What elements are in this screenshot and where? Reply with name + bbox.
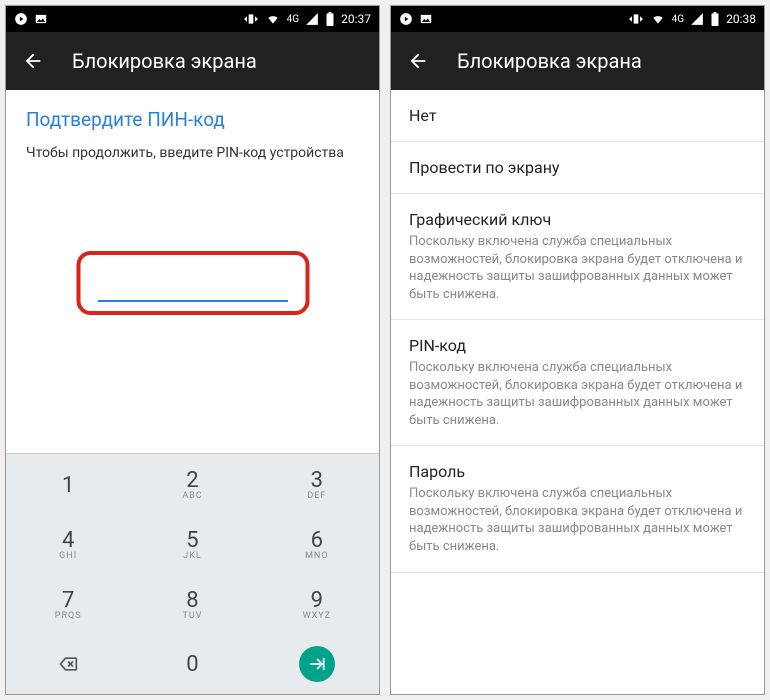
key-backspace[interactable] xyxy=(6,634,130,694)
statusbar: 4G 20:37 xyxy=(6,6,379,32)
key-8[interactable]: 8TUV xyxy=(130,574,254,634)
pin-subtitle: Чтобы продолжить, введите PIN-код устрой… xyxy=(26,145,359,161)
play-icon xyxy=(399,12,413,26)
appbar: Блокировка экрана xyxy=(391,32,764,90)
content-right: Нет Провести по экрану Графический ключ … xyxy=(391,90,764,694)
submit-icon xyxy=(299,646,335,682)
key-2[interactable]: 2ABC xyxy=(130,454,254,514)
option-pattern[interactable]: Графический ключ Поскольку включена служ… xyxy=(391,194,764,320)
appbar-title: Блокировка экрана xyxy=(457,49,642,73)
key-4[interactable]: 4GHI xyxy=(6,514,130,574)
network-label: 4G xyxy=(672,14,684,25)
signal-icon xyxy=(305,12,319,26)
clock: 20:38 xyxy=(726,12,756,26)
key-0[interactable]: 0 xyxy=(130,634,254,694)
key-5[interactable]: 5JKL xyxy=(130,514,254,574)
appbar-title: Блокировка экрана xyxy=(72,49,257,73)
statusbar: 4G 20:38 xyxy=(391,6,764,32)
battery-icon xyxy=(710,12,720,26)
key-submit[interactable] xyxy=(255,634,379,694)
key-6[interactable]: 6MNO xyxy=(255,514,379,574)
phone-left: 4G 20:37 Блокировка экрана Подтвердите П… xyxy=(5,5,380,695)
option-pin[interactable]: PIN-код Поскольку включена служба специа… xyxy=(391,320,764,446)
pin-title: Подтвердите ПИН-код xyxy=(26,108,359,131)
wifi-icon xyxy=(650,12,666,26)
network-label: 4G xyxy=(287,14,299,25)
option-swipe[interactable]: Провести по экрану xyxy=(391,142,764,194)
appbar: Блокировка экрана xyxy=(6,32,379,90)
option-none[interactable]: Нет xyxy=(391,90,764,142)
key-3[interactable]: 3DEF xyxy=(255,454,379,514)
clock: 20:37 xyxy=(341,12,371,26)
back-icon[interactable] xyxy=(22,50,44,72)
key-9[interactable]: 9WXYZ xyxy=(255,574,379,634)
pin-input[interactable] xyxy=(98,271,288,302)
back-icon[interactable] xyxy=(407,50,429,72)
backspace-icon xyxy=(55,654,81,674)
wifi-icon xyxy=(265,12,281,26)
battery-icon xyxy=(325,12,335,26)
image-icon xyxy=(419,12,433,26)
image-icon xyxy=(34,12,48,26)
play-icon xyxy=(14,12,28,26)
key-1[interactable]: 1 xyxy=(6,454,130,514)
option-password[interactable]: Пароль Поскольку включена служба специал… xyxy=(391,446,764,572)
vibrate-icon xyxy=(628,12,644,26)
content-left: Подтвердите ПИН-код Чтобы продолжить, вв… xyxy=(6,90,379,694)
vibrate-icon xyxy=(243,12,259,26)
phone-right: 4G 20:38 Блокировка экрана Нет Провести … xyxy=(390,5,765,695)
signal-icon xyxy=(690,12,704,26)
key-7[interactable]: 7PRQS xyxy=(6,574,130,634)
keypad: 1 2ABC 3DEF 4GHI 5JKL 6MNO 7PRQS 8TUV 9W… xyxy=(6,453,379,694)
